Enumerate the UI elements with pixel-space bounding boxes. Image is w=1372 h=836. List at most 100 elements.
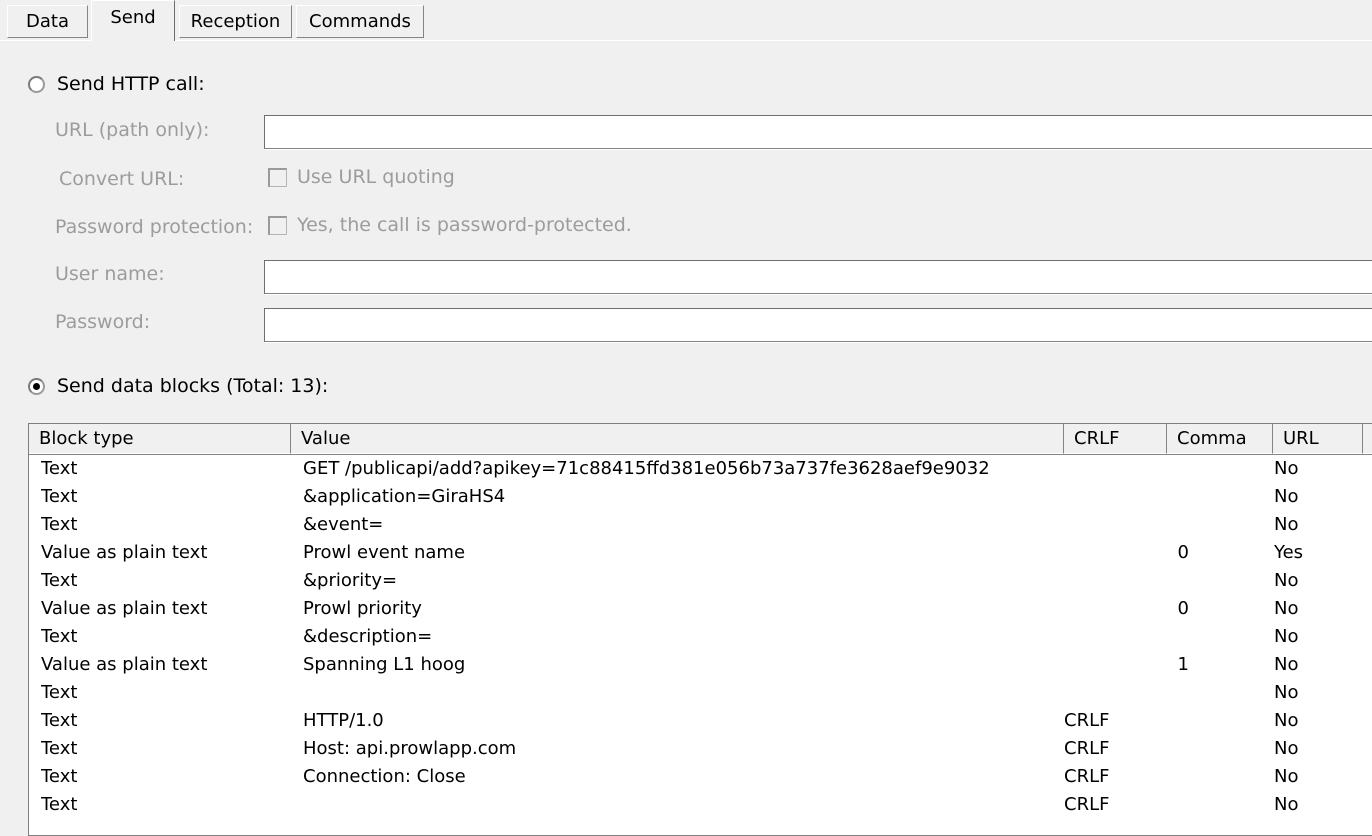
password-label-row: Password: bbox=[55, 311, 150, 333]
table-row[interactable]: Text CRLF No bbox=[29, 791, 1372, 819]
table-row[interactable]: Value as plain text Spanning L1 hoog 1 No bbox=[29, 651, 1372, 679]
cell-url: No bbox=[1274, 710, 1299, 731]
table-row[interactable]: Text GET /publicapi/add?apikey=71c88415ff… bbox=[29, 455, 1372, 483]
cell-block-type: Value as plain text bbox=[41, 598, 208, 619]
table-row[interactable]: Value as plain text Prowl event name 0 Yes bbox=[29, 539, 1372, 567]
cell-value: HTTP/1.0 bbox=[303, 710, 384, 731]
column-header-comma-label: Comma bbox=[1177, 428, 1247, 449]
radio-send-data-blocks[interactable]: Send data blocks (Total: 13): bbox=[28, 375, 328, 397]
cell-comma: 0 bbox=[1177, 542, 1189, 563]
cell-block-type: Text bbox=[41, 486, 78, 507]
table-header-row: Block type Value CRLF Comma URL bbox=[29, 424, 1372, 455]
table-row[interactable]: Text Host: api.prowlapp.com CRLF No bbox=[29, 735, 1372, 763]
cell-block-type: Text bbox=[41, 682, 78, 703]
tab-commands-label: Commands bbox=[309, 10, 411, 32]
cell-url: No bbox=[1274, 738, 1299, 759]
cell-comma: 1 bbox=[1177, 654, 1189, 675]
radio-send-data-blocks-indicator[interactable] bbox=[28, 377, 45, 395]
tab-data-label: Data bbox=[26, 10, 69, 32]
column-header-comma[interactable]: Comma bbox=[1167, 424, 1273, 454]
cell-crlf: CRLF bbox=[1064, 710, 1110, 731]
cell-value: Spanning L1 hoog bbox=[303, 654, 466, 675]
cell-value: &application=GiraHS4 bbox=[303, 486, 506, 507]
cell-value: &description= bbox=[303, 626, 433, 647]
table-row[interactable]: Text &description= No bbox=[29, 623, 1372, 651]
table-row[interactable]: Text &priority= No bbox=[29, 567, 1372, 595]
column-header-url[interactable]: URL bbox=[1273, 424, 1363, 454]
cell-block-type: Text bbox=[41, 766, 78, 787]
cell-comma: 0 bbox=[1177, 598, 1189, 619]
use-url-quoting-checkbox-box[interactable] bbox=[268, 167, 287, 187]
cell-comma bbox=[1159, 707, 1189, 735]
data-blocks-table[interactable]: Block type Value CRLF Comma URL Text GET … bbox=[28, 423, 1372, 836]
tab-send-label: Send bbox=[110, 7, 156, 28]
tab-data[interactable]: Data bbox=[7, 5, 88, 38]
tab-reception[interactable]: Reception bbox=[179, 5, 292, 38]
column-header-overflow[interactable] bbox=[1363, 424, 1372, 454]
cell-block-type: Text bbox=[41, 710, 78, 731]
column-header-crlf[interactable]: CRLF bbox=[1064, 424, 1167, 454]
tab-commands[interactable]: Commands bbox=[296, 5, 424, 38]
password-input[interactable] bbox=[264, 308, 1372, 342]
cell-value: &event= bbox=[303, 514, 384, 535]
cell-comma bbox=[1159, 567, 1189, 595]
cell-comma bbox=[1159, 735, 1189, 763]
user-name-label-row: User name: bbox=[55, 263, 165, 285]
cell-value: &priority= bbox=[303, 570, 398, 591]
table-row[interactable]: Text No bbox=[29, 679, 1372, 707]
cell-crlf: CRLF bbox=[1064, 766, 1110, 787]
column-header-block-type-label: Block type bbox=[39, 428, 134, 449]
cell-value: Connection: Close bbox=[303, 766, 466, 787]
checkbox-password-protected[interactable]: Yes, the call is password-protected. bbox=[268, 214, 632, 236]
cell-url: No bbox=[1274, 626, 1299, 647]
url-path-input[interactable] bbox=[264, 115, 1372, 149]
cell-comma bbox=[1159, 679, 1189, 707]
user-name-input[interactable] bbox=[264, 260, 1372, 294]
cell-url: Yes bbox=[1274, 542, 1304, 563]
radio-send-http-call-label: Send HTTP call: bbox=[57, 73, 205, 95]
password-protection-label: Password protection: bbox=[55, 216, 254, 238]
checkbox-use-url-quoting[interactable]: Use URL quoting bbox=[268, 166, 455, 188]
cell-comma bbox=[1159, 483, 1189, 511]
radio-send-http-call[interactable]: Send HTTP call: bbox=[28, 73, 205, 95]
cell-comma bbox=[1159, 455, 1189, 483]
table-row[interactable]: Text &application=GiraHS4 No bbox=[29, 483, 1372, 511]
url-path-label-row: URL (path only): bbox=[55, 119, 209, 141]
radio-send-http-call-indicator[interactable] bbox=[28, 75, 45, 93]
cell-block-type: Text bbox=[41, 458, 78, 479]
password-label: Password: bbox=[55, 311, 151, 333]
cell-block-type: Text bbox=[41, 626, 78, 647]
tab-bar: Data Send Reception Commands bbox=[0, 0, 1372, 41]
cell-block-type: Text bbox=[41, 738, 78, 759]
password-protected-label: Yes, the call is password-protected. bbox=[297, 214, 632, 236]
cell-url: No bbox=[1274, 682, 1299, 703]
column-header-value[interactable]: Value bbox=[291, 424, 1064, 454]
cell-block-type: Value as plain text bbox=[41, 654, 208, 675]
cell-url: No bbox=[1274, 486, 1299, 507]
tab-reception-label: Reception bbox=[190, 10, 281, 32]
convert-url-label: Convert URL: bbox=[59, 168, 185, 190]
table-row[interactable]: Text Connection: Close CRLF No bbox=[29, 763, 1372, 791]
table-row[interactable]: Text HTTP/1.0 CRLF No bbox=[29, 707, 1372, 735]
password-protected-checkbox-box[interactable] bbox=[268, 215, 287, 235]
table-row[interactable]: Text &event= No bbox=[29, 511, 1372, 539]
cell-block-type: Value as plain text bbox=[41, 542, 208, 563]
cell-url: No bbox=[1274, 654, 1299, 675]
password-protection-label-row: Password protection: bbox=[55, 216, 253, 238]
table-row[interactable]: Value as plain text Prowl priority 0 No bbox=[29, 595, 1372, 623]
radio-send-data-blocks-label: Send data blocks (Total: 13): bbox=[57, 375, 329, 397]
column-header-value-label: Value bbox=[301, 428, 351, 449]
table-body: Text GET /publicapi/add?apikey=71c88415ff… bbox=[29, 455, 1372, 819]
cell-comma bbox=[1159, 763, 1189, 791]
cell-url: No bbox=[1274, 794, 1299, 815]
column-header-url-label: URL bbox=[1283, 428, 1319, 449]
cell-url: No bbox=[1274, 766, 1299, 787]
user-name-label: User name: bbox=[55, 263, 165, 285]
cell-comma bbox=[1159, 791, 1189, 819]
column-header-block-type[interactable]: Block type bbox=[29, 424, 291, 454]
cell-value: Prowl priority bbox=[303, 598, 422, 619]
cell-value: GET /publicapi/add?apikey=71c88415ffd381… bbox=[303, 458, 990, 479]
cell-crlf: CRLF bbox=[1064, 794, 1110, 815]
tab-send[interactable]: Send bbox=[91, 0, 175, 41]
cell-url: No bbox=[1274, 514, 1299, 535]
